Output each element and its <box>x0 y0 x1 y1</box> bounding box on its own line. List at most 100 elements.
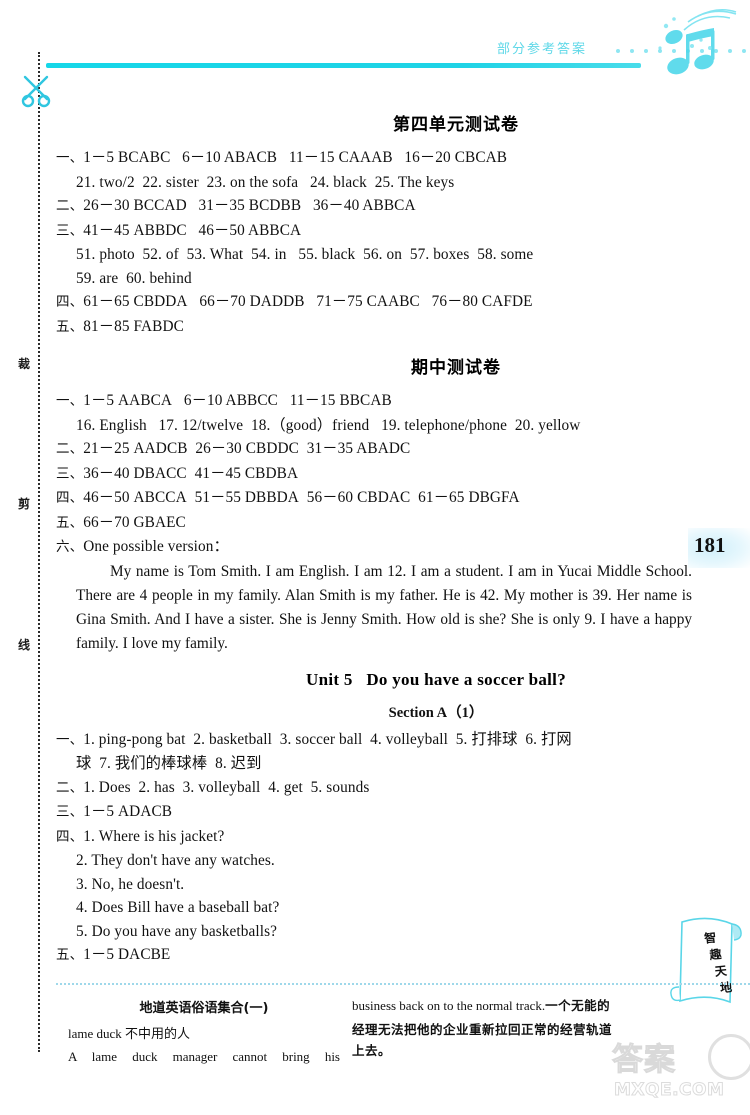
section-title: Unit 5 Do you have a soccer ball? <box>306 669 566 689</box>
answer-text: 59. are 60. behind <box>76 269 192 287</box>
idiom-translation-tail: 上去。 <box>352 1043 392 1058</box>
answer-marker: 四、 <box>56 490 84 506</box>
answer-content: 第四单元测试卷 一、1－5 BCABC 6－10 ABACB 11－15 CAA… <box>56 96 696 968</box>
section-title: 第四单元测试卷 <box>393 115 519 135</box>
answer-text: 21－25 AADCB 26－30 CBDDC 31－35 ABADC <box>83 440 411 457</box>
answer-line: 球 7. 我们的棒球棒 8. 迟到 <box>56 752 696 776</box>
answer-marker: 四、 <box>56 294 84 310</box>
answer-text: 21. two/2 22. sister 23. on the sofa 24.… <box>76 173 455 191</box>
answer-text: 球 7. 我们的棒球棒 8. 迟到 <box>76 755 262 772</box>
fun-box-right-column: business back on to the normal track.一个无… <box>352 995 640 1061</box>
answer-marker: 三、 <box>56 804 84 820</box>
answer-line: 五、1－5 DACBE <box>56 943 696 968</box>
answer-marker: 六、 <box>56 539 84 555</box>
answer-line: 2. They don't have any watches. <box>56 849 696 873</box>
answer-marker: 二、 <box>56 198 84 214</box>
composition-paragraph: My name is Tom Smith. I am English. I am… <box>76 562 692 652</box>
answer-text: 36－40 DBACC 41－45 CBDBA <box>83 464 299 482</box>
dotted-cut-line <box>38 52 40 1052</box>
idiom-example-right-en: business back on to the normal track. <box>352 998 546 1013</box>
answer-marker: 三、 <box>56 222 84 239</box>
fun-box-divider <box>56 983 750 985</box>
answer-line: 一、1－5 BCABC 6－10 ABACB 11－15 CAAAB 16－20… <box>56 146 696 171</box>
answer-line: 五、81－85 FABDC <box>56 315 696 340</box>
answer-text: 5. Do you have any basketballs? <box>76 922 278 940</box>
scroll-char: 地 <box>719 980 733 996</box>
answer-marker: 四、 <box>56 828 84 845</box>
answer-text: 41－45 ABBDC 46－50 ABBCA <box>83 221 302 239</box>
header-accent-rule <box>46 63 641 68</box>
answer-text: 46－50 ABCCA 51－55 DBBDA 56－60 CBDAC 61－6… <box>83 489 520 506</box>
cut-margin: 裁 剪 线 <box>0 0 56 1115</box>
answer-line: 3. No, he doesn't. <box>56 873 696 897</box>
answer-line: 59. are 60. behind <box>56 267 696 291</box>
cut-char-jian: 剪 <box>13 492 35 515</box>
answer-marker: 五、 <box>56 947 84 963</box>
answer-text: 1. ping-pong bat 2. basketball 3. soccer… <box>83 730 572 748</box>
cut-char-xian: 线 <box>13 633 35 656</box>
answer-line: 六、One possible version： <box>56 535 696 560</box>
answer-text: 4. Does Bill have a baseball bat? <box>76 899 280 916</box>
section-subtitle: Section A（1） <box>388 704 484 721</box>
answer-text: 1－5 BCABC 6－10 ABACB 11－15 CAAAB 16－20 C… <box>83 149 508 166</box>
scroll-decoration-text: 智 趣 天 地 <box>687 928 740 1000</box>
answer-line: 一、1－5 AABCA 6－10 ABBCC 11－15 BBCAB <box>56 389 696 414</box>
idiom-translation-head: 一个无能的 <box>545 998 611 1013</box>
idiom-example-left: A lame duck manager cannot bring his <box>68 1049 340 1064</box>
answer-text: 61－65 CBDDA 66－70 DADDB 71－75 CAABC 76－8… <box>83 293 533 310</box>
answer-line: 四、61－65 CBDDA 66－70 DADDB 71－75 CAABC 76… <box>56 290 696 315</box>
answer-text: 16. English 17. 12/twelve 18.（good）frien… <box>76 416 581 434</box>
answer-line: 一、1. ping-pong bat 2. basketball 3. socc… <box>56 728 696 753</box>
answer-marker: 五、 <box>56 318 84 335</box>
section-unit4: 第四单元测试卷 一、1－5 BCABC 6－10 ABACB 11－15 CAA… <box>56 110 696 339</box>
answer-line: 4. Does Bill have a baseball bat? <box>56 896 696 920</box>
answer-line: 四、1. Where is his jacket? <box>56 825 696 850</box>
idiom-example-right: business back on to the normal track.一个无… <box>352 995 640 1016</box>
watermark-ring-icon <box>708 1034 750 1080</box>
answer-marker: 二、 <box>56 779 84 796</box>
answer-line: 16. English 17. 12/twelve 18.（good）frien… <box>56 414 696 438</box>
answer-line: 三、1－5 ADACB <box>56 800 696 825</box>
answer-text: 66－70 GBAEC <box>83 513 186 531</box>
answer-key-page: 裁 剪 线 部分参考答案 第四单元测试卷 一、1－5 BCABC 6－10 AB… <box>0 0 750 1115</box>
answer-line: 三、41－45 ABBDC 46－50 ABBCA <box>56 219 696 244</box>
answer-line: 21. two/2 22. sister 23. on the sofa 24.… <box>56 171 696 195</box>
music-note-decoration <box>658 8 737 75</box>
section-unit5: Unit 5 Do you have a soccer ball? Sectio… <box>56 670 696 968</box>
answer-marker: 一、 <box>56 150 84 166</box>
scissors-icon <box>21 75 51 108</box>
idiom-translation-body: 经理无法把他的企业重新拉回正常的经营轨道 <box>352 1022 613 1037</box>
answer-text: 1. Where is his jacket? <box>83 827 225 845</box>
idiom-headword: lame duck 不中用的人 <box>68 1026 191 1041</box>
answer-line: 五、66－70 GBAEC <box>56 511 696 536</box>
answer-marker: 一、 <box>56 731 84 748</box>
fun-box-title: 地道英语俗语集合(一) <box>139 1001 269 1016</box>
answer-marker: 二、 <box>56 441 84 457</box>
answer-text: 3. No, he doesn't. <box>76 875 185 893</box>
answer-text: 1－5 DACBE <box>83 946 171 963</box>
answer-text: One possible version： <box>83 538 229 555</box>
answer-line: 四、46－50 ABCCA 51－55 DBBDA 56－60 CBDAC 61… <box>56 486 696 511</box>
answer-line: 二、21－25 AADCB 26－30 CBDDC 31－35 ABADC <box>56 437 696 462</box>
answer-text: 1. Does 2. has 3. volleyball 4. get 5. s… <box>83 778 370 796</box>
page-number: 181 <box>694 533 726 557</box>
section-midterm: 期中测试卷 一、1－5 AABCA 6－10 ABBCC 11－15 BBCAB… <box>56 353 696 656</box>
answer-text: 26－30 BCCAD 31－35 BCDBB 36－40 ABBCA <box>83 197 416 214</box>
answer-marker: 五、 <box>56 514 84 531</box>
answer-line: 二、26－30 BCCAD 31－35 BCDBB 36－40 ABBCA <box>56 194 696 219</box>
cut-char-cai: 裁 <box>13 352 35 375</box>
answer-text: 51. photo 52. of 53. What 54. in 55. bla… <box>76 246 534 263</box>
answer-text: 81－85 FABDC <box>83 317 184 335</box>
answer-marker: 一、 <box>56 393 84 409</box>
section-title: 期中测试卷 <box>411 358 501 378</box>
answer-text: 1－5 ADACB <box>83 803 173 820</box>
answer-marker: 三、 <box>56 465 84 482</box>
header-label: 部分参考答案 <box>497 42 588 57</box>
fun-box-left-column: 地道英语俗语集合(一) lame duck 不中用的人 A lame duck … <box>68 995 340 1070</box>
answer-line: 二、1. Does 2. has 3. volleyball 4. get 5.… <box>56 776 696 801</box>
answer-text: 1－5 AABCA 6－10 ABBCC 11－15 BBCAB <box>83 392 392 409</box>
answer-text: 2. They don't have any watches. <box>76 852 275 869</box>
answer-line: 三、36－40 DBACC 41－45 CBDBA <box>56 462 696 487</box>
answer-line: 51. photo 52. of 53. What 54. in 55. bla… <box>56 243 696 267</box>
answer-line: 5. Do you have any basketballs? <box>56 920 696 944</box>
